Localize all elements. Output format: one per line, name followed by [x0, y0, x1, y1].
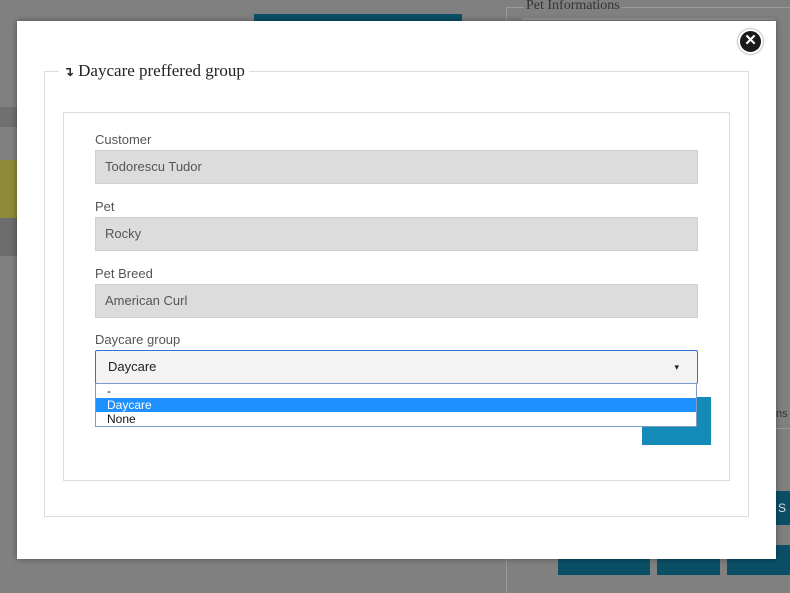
dropdown-option[interactable]: None — [96, 412, 696, 426]
pet-informations-divider — [522, 18, 774, 20]
background-text-fragment: ns — [776, 408, 788, 420]
customer-label: Customer — [95, 132, 152, 147]
fieldset-legend: ↴ Daycare preffered group — [59, 61, 249, 81]
dropdown-option[interactable]: Daycare — [96, 398, 696, 412]
legend-title: Daycare preffered group — [78, 61, 245, 80]
background-highlight-row — [0, 160, 17, 218]
pet-breed-field: American Curl — [95, 284, 698, 318]
background-strip — [0, 218, 17, 256]
daycare-group-label: Daycare group — [95, 332, 181, 347]
pet-label: Pet — [95, 199, 115, 214]
daycare-group-selected-value: Daycare — [108, 359, 157, 374]
daycare-group-select[interactable]: Daycare ▾ — [95, 350, 698, 384]
pet-informations-title: Pet Informations — [524, 0, 622, 14]
daycare-group-dropdown: - Daycare None — [95, 383, 697, 427]
close-icon[interactable]: ✕ — [738, 29, 763, 54]
chevron-down-icon: ▾ — [674, 362, 679, 372]
customer-field: Todorescu Tudor — [95, 150, 698, 184]
background-divider — [776, 428, 790, 429]
pet-field: Rocky — [95, 217, 698, 251]
arrow-down-icon: ↴ — [63, 65, 74, 80]
background-side-button: S — [776, 491, 790, 525]
pet-breed-label: Pet Breed — [95, 266, 153, 281]
background-strip — [0, 107, 17, 127]
dropdown-option[interactable]: - — [96, 384, 696, 398]
